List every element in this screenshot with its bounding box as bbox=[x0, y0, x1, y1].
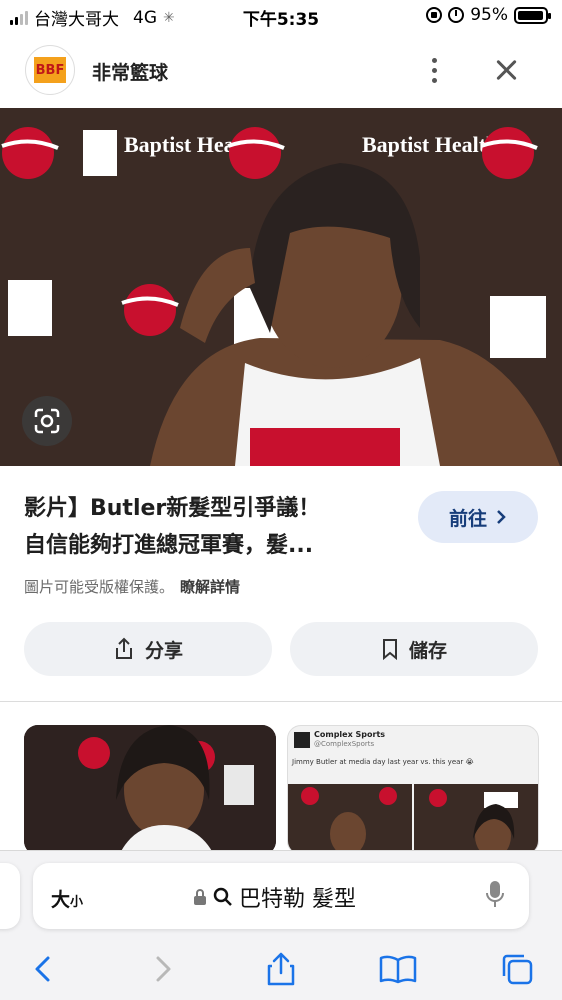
more-vertical-icon[interactable] bbox=[422, 52, 446, 88]
save-button[interactable]: 儲存 bbox=[290, 622, 538, 676]
forward-arrow-icon[interactable] bbox=[143, 949, 183, 989]
account-avatar bbox=[294, 732, 310, 748]
alarm-icon bbox=[448, 7, 465, 23]
browser-toolbar bbox=[0, 945, 562, 995]
address-center: 巴特勒 髮型 bbox=[193, 881, 356, 913]
battery-icon bbox=[514, 6, 551, 24]
tweet-photos bbox=[288, 784, 538, 854]
search-query: 巴特勒 髮型 bbox=[239, 887, 356, 912]
pineapple-logo bbox=[8, 280, 52, 336]
sponsor-logo-text-2: Baptist Health bbox=[362, 132, 498, 157]
copyright-text: 圖片可能受版權保護。 bbox=[24, 578, 175, 596]
status-bar: 台灣大哥大 4G ✳ 下午5:35 95% bbox=[0, 0, 562, 34]
pineapple-logo bbox=[490, 296, 546, 358]
related-image-1[interactable] bbox=[24, 725, 276, 855]
site-name[interactable]: 非常籃球 bbox=[92, 58, 168, 85]
tweet-handle: @ComplexSports bbox=[314, 740, 375, 748]
result-title-line-1: 影片】Butler新髮型引爭議！ bbox=[24, 496, 321, 521]
visit-label: 前往 bbox=[448, 507, 487, 530]
result-header: BBF 非常籃球 bbox=[0, 38, 562, 102]
rotation-lock-icon bbox=[426, 7, 443, 23]
chevron-right-icon bbox=[497, 510, 506, 524]
share-icon[interactable] bbox=[261, 949, 301, 989]
lock-icon bbox=[194, 889, 206, 905]
tabs-icon[interactable] bbox=[497, 949, 537, 989]
main-result-image[interactable]: Baptist Health Baptist Health bbox=[0, 108, 562, 466]
share-button[interactable]: 分享 bbox=[24, 622, 272, 676]
tweet-account: Complex Sports bbox=[314, 730, 386, 739]
result-title-line-2: 自信能夠打進總冠軍賽，髮... bbox=[24, 533, 314, 558]
battery-fill bbox=[518, 10, 543, 20]
close-icon[interactable] bbox=[490, 54, 522, 86]
text-size-button[interactable]: 大小 bbox=[51, 885, 83, 912]
address-bar[interactable]: 大小 巴特勒 髮型 bbox=[33, 863, 529, 929]
status-right: 95% bbox=[426, 5, 551, 25]
microphone-icon[interactable] bbox=[485, 879, 505, 913]
share-icon bbox=[115, 637, 132, 659]
tweet-text: Jimmy Butler at media day last year vs. … bbox=[292, 758, 474, 766]
share-label: 分享 bbox=[144, 639, 183, 662]
visit-button[interactable]: 前往 bbox=[418, 491, 538, 543]
back-arrow-icon[interactable] bbox=[23, 949, 63, 989]
result-title[interactable]: 影片】Butler新髮型引爭議！ 自信能夠打進總冠軍賽，髮... bbox=[24, 490, 394, 564]
related-photo-1 bbox=[24, 725, 276, 855]
google-lens-icon[interactable] bbox=[22, 396, 72, 446]
pineapple-logo bbox=[83, 130, 117, 176]
related-image-2[interactable]: Complex Sports @ComplexSports Jimmy Butl… bbox=[287, 725, 539, 855]
copyright-note: 圖片可能受版權保護。 瞭解詳情 bbox=[24, 576, 240, 597]
site-logo-text: BBF bbox=[34, 57, 66, 83]
previous-tab-peek[interactable] bbox=[0, 863, 20, 929]
site-logo[interactable]: BBF bbox=[25, 45, 75, 95]
text-size-small-label: 小 bbox=[70, 895, 84, 910]
learn-more-link[interactable]: 瞭解詳情 bbox=[180, 578, 240, 596]
press-conference-photo: Baptist Health Baptist Health bbox=[0, 108, 562, 466]
text-size-label: 大 bbox=[51, 889, 71, 911]
search-icon bbox=[213, 887, 232, 906]
bookmark-icon bbox=[382, 639, 397, 660]
save-label: 儲存 bbox=[408, 639, 447, 662]
browser-bottom-bar: 大小 巴特勒 髮型 bbox=[0, 850, 562, 1000]
section-divider bbox=[0, 701, 562, 702]
bookmarks-icon[interactable] bbox=[378, 949, 418, 989]
battery-percent: 95% bbox=[470, 5, 508, 25]
